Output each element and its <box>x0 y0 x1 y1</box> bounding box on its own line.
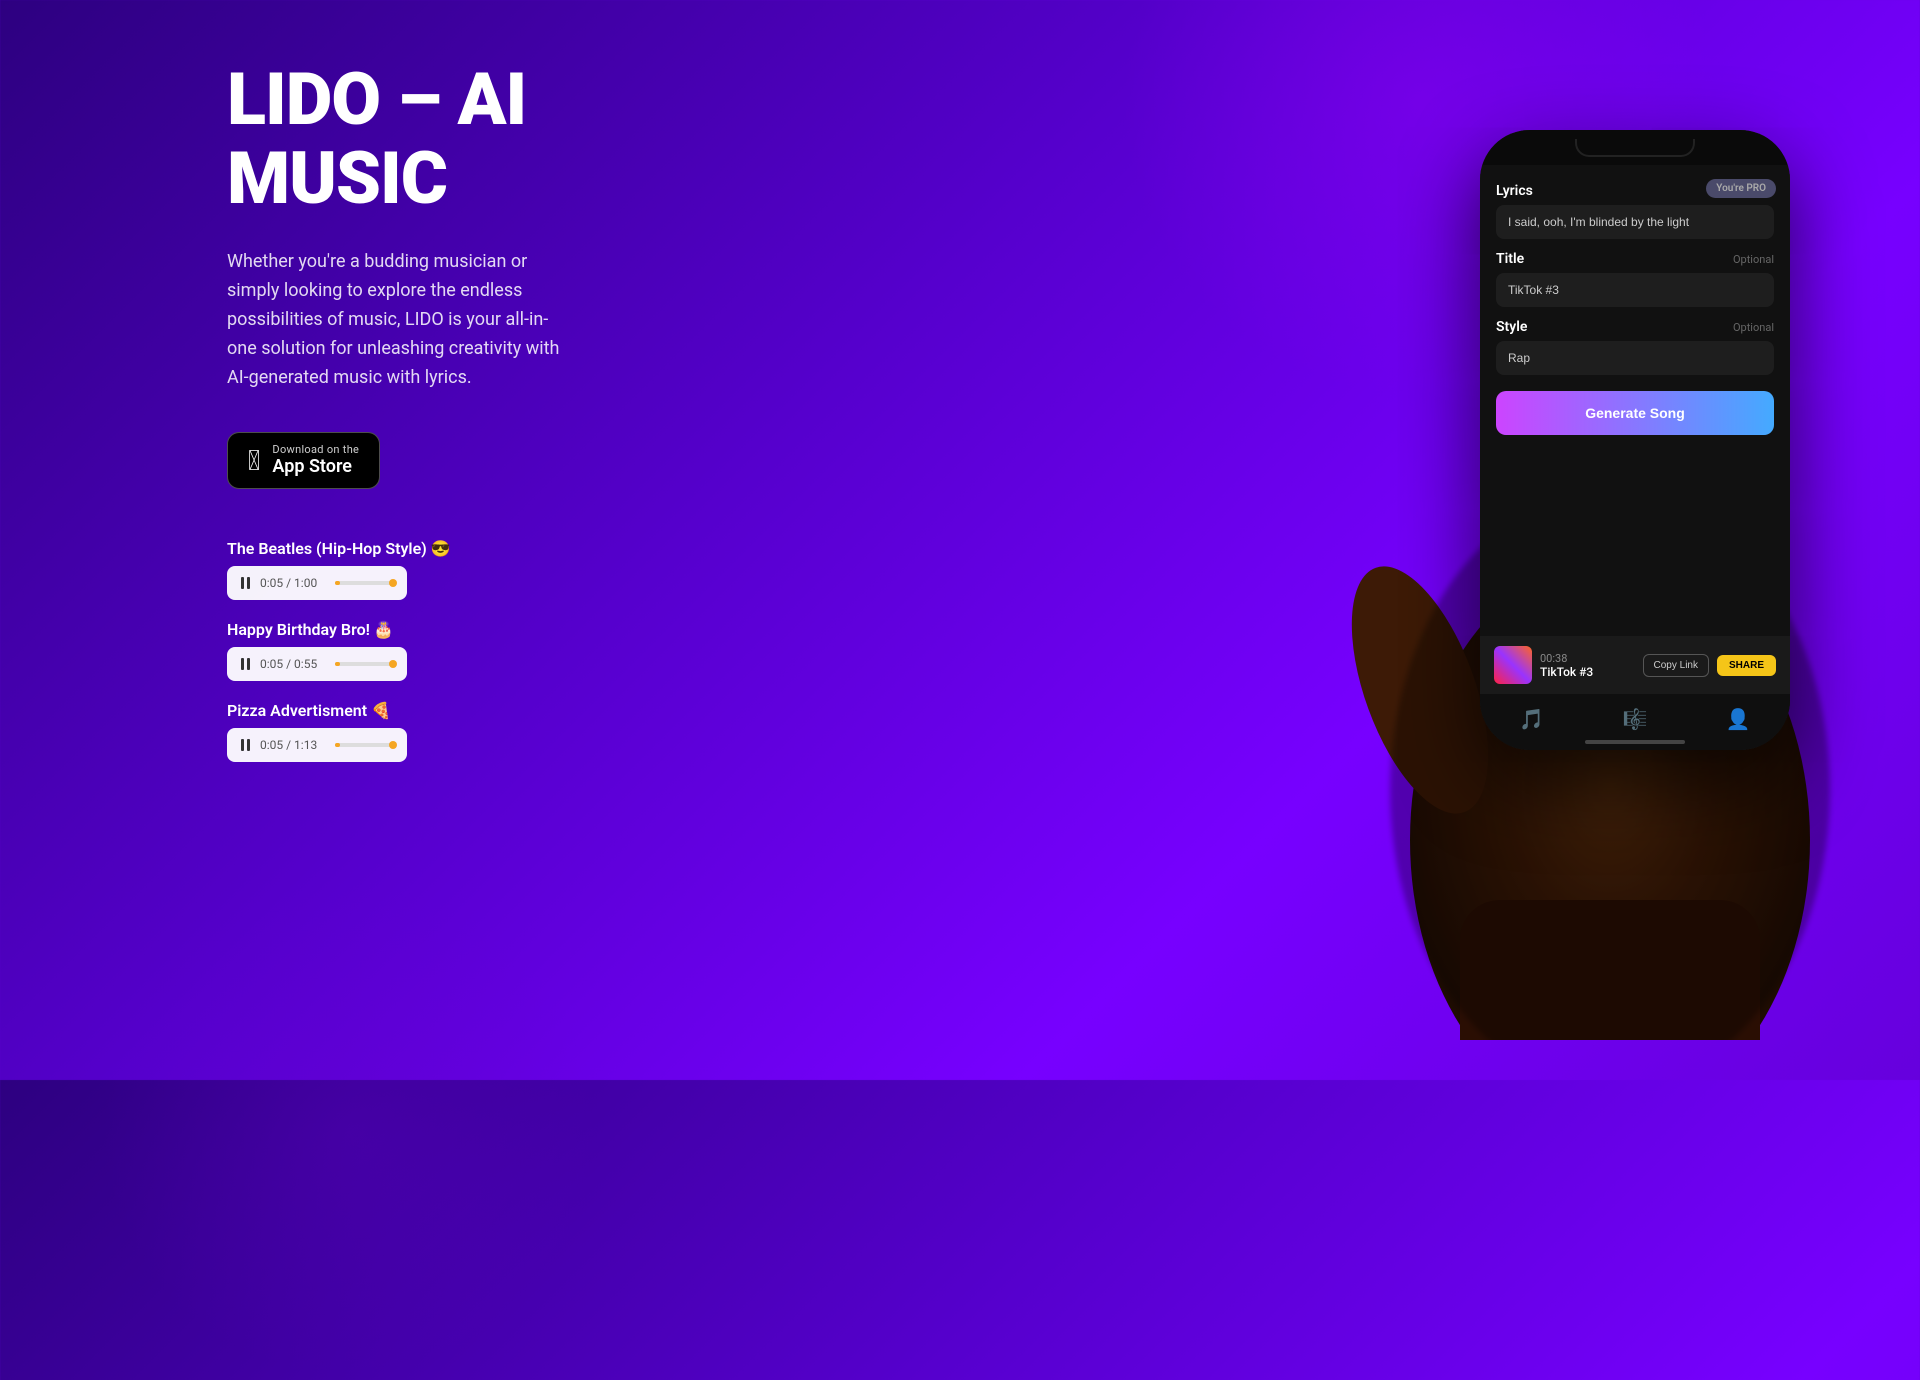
style-optional: Optional <box>1733 321 1774 334</box>
hero-section: LIDO – AI MUSIC Whether you're a budding… <box>227 60 827 762</box>
profile-icon: 👤 <box>1726 707 1751 731</box>
style-field-header: Style Optional <box>1496 319 1774 335</box>
progress-fill-2 <box>335 662 340 666</box>
progress-bar-1[interactable] <box>335 581 393 585</box>
app-title: LIDO – AI MUSIC <box>227 60 827 218</box>
app-store-button[interactable]:  Download on the App Store <box>227 432 380 489</box>
pause-button-2[interactable] <box>241 658 250 670</box>
progress-bar-2[interactable] <box>335 662 393 666</box>
phone-notch <box>1575 139 1695 157</box>
time-display-3: 0:05 / 1:13 <box>260 738 325 752</box>
phone-screen: You're PRO Lyrics Title Optional Style O… <box>1480 165 1790 750</box>
time-display-2: 0:05 / 0:55 <box>260 657 325 671</box>
glow-decoration-2 <box>100 880 600 1380</box>
home-indicator <box>1585 740 1685 744</box>
title-line-2: MUSIC <box>227 136 447 221</box>
track-info: 00:38 TikTok #3 <box>1540 652 1635 679</box>
nav-item-profile[interactable]: 👤 <box>1726 707 1751 731</box>
progress-fill-3 <box>335 743 340 747</box>
title-input[interactable] <box>1496 273 1774 307</box>
audio-player-2: 0:05 / 0:55 <box>227 647 407 681</box>
time-display-1: 0:05 / 1:00 <box>260 576 325 590</box>
app-description: Whether you're a budding musician or sim… <box>227 248 577 392</box>
track-thumbnail <box>1494 646 1532 684</box>
song-list: The Beatles (Hip-Hop Style) 😎 0:05 / 1:0… <box>227 539 827 762</box>
copy-link-button[interactable]: Copy Link <box>1643 654 1709 677</box>
app-store-small-text: Download on the <box>272 443 359 456</box>
progress-dot-2 <box>389 660 397 668</box>
player-track-name: TikTok #3 <box>1540 665 1635 679</box>
app-store-big-text: App Store <box>272 456 359 478</box>
song-title-3: Pizza Advertisment 🍕 <box>227 701 827 720</box>
song-title-1: The Beatles (Hip-Hop Style) 😎 <box>227 539 827 558</box>
progress-dot-3 <box>389 741 397 749</box>
pause-button-1[interactable] <box>241 577 250 589</box>
song-item-1: The Beatles (Hip-Hop Style) 😎 0:05 / 1:0… <box>227 539 827 600</box>
lyrics-input[interactable] <box>1496 205 1774 239</box>
style-input[interactable] <box>1496 341 1774 375</box>
player-time: 00:38 <box>1540 652 1635 665</box>
song-title-2: Happy Birthday Bro! 🎂 <box>227 620 827 639</box>
app-store-text: Download on the App Store <box>272 443 359 478</box>
audio-player-1: 0:05 / 1:00 <box>227 566 407 600</box>
title-field-header: Title Optional <box>1496 251 1774 267</box>
generate-song-button[interactable]: Generate Song <box>1496 391 1774 435</box>
progress-fill-1 <box>335 581 340 585</box>
song-item-3: Pizza Advertisment 🍕 0:05 / 1:13 <box>227 701 827 762</box>
pause-button-3[interactable] <box>241 739 250 751</box>
song-item-2: Happy Birthday Bro! 🎂 0:05 / 0:55 <box>227 620 827 681</box>
app-content: Lyrics Title Optional Style Optional Gen… <box>1480 165 1790 435</box>
phone-notch-area <box>1480 130 1790 165</box>
share-button[interactable]: SHARE <box>1717 655 1776 676</box>
progress-bar-3[interactable] <box>335 743 393 747</box>
audio-player-3: 0:05 / 1:13 <box>227 728 407 762</box>
nav-item-music[interactable]: 🎵 <box>1519 707 1544 731</box>
title-optional: Optional <box>1733 253 1774 266</box>
style-label: Style <box>1496 319 1527 335</box>
pause-icon-3 <box>241 739 250 751</box>
music-icon: 🎵 <box>1519 707 1544 731</box>
compose-icon: 🎼 <box>1623 707 1648 731</box>
thumbnail-image <box>1494 646 1532 684</box>
title-label: Title <box>1496 251 1524 267</box>
pause-icon-2 <box>241 658 250 670</box>
lyrics-label: Lyrics <box>1496 183 1774 199</box>
nav-item-compose[interactable]: 🎼 <box>1623 707 1648 731</box>
phone-container: You're PRO Lyrics Title Optional Style O… <box>1400 50 1860 990</box>
apple-icon:  <box>248 447 260 475</box>
title-line-1: LIDO – AI <box>227 57 526 142</box>
pause-icon-1 <box>241 577 250 589</box>
phone-frame: You're PRO Lyrics Title Optional Style O… <box>1480 130 1790 750</box>
bottom-player: 00:38 TikTok #3 Copy Link SHARE <box>1480 636 1790 694</box>
progress-dot-1 <box>389 579 397 587</box>
